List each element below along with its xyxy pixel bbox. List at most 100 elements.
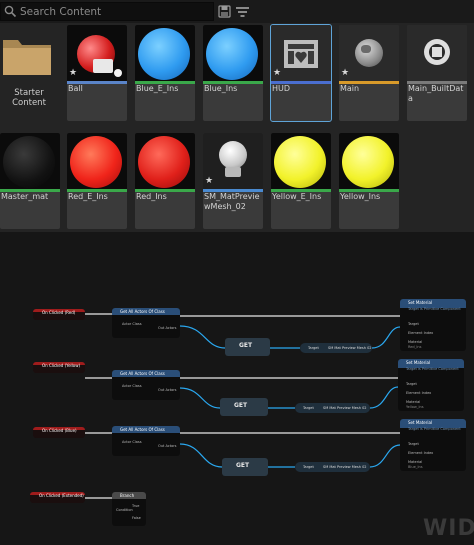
asset-tile-ball[interactable]: ★ Ball bbox=[67, 25, 127, 121]
target-pin: Target bbox=[408, 442, 419, 446]
asset-tile-red-e-ins[interactable]: Red_E_Ins bbox=[67, 133, 127, 229]
save-icon[interactable] bbox=[216, 3, 234, 20]
event-node-on-clicked-blue[interactable]: On Clicked (Blue) bbox=[33, 427, 85, 438]
get-all-actors-node-2[interactable]: Get All Actors Of Class Actor Class Out … bbox=[112, 370, 180, 400]
set-material-node-1[interactable]: Set Material Target is Primitive Compone… bbox=[400, 299, 466, 351]
get-node-3[interactable]: GET bbox=[222, 458, 268, 476]
asset-tile-blue-ins[interactable]: Blue_Ins bbox=[203, 25, 263, 121]
built-data-icon-cube bbox=[432, 47, 442, 57]
material-sphere-preview bbox=[138, 28, 190, 80]
material-sphere-preview bbox=[206, 28, 258, 80]
asset-label: Red_Ins bbox=[136, 192, 167, 201]
element-index-pin: Element Index bbox=[408, 331, 434, 335]
star-icon: ★ bbox=[69, 68, 78, 78]
asset-tile-red-ins[interactable]: Red_Ins bbox=[135, 133, 195, 229]
get-all-actors-node-3[interactable]: Get All Actors Of Class Actor Class Out … bbox=[112, 426, 180, 456]
actor-class-pin: Actor Class bbox=[122, 440, 142, 444]
get-node-1[interactable]: GET bbox=[225, 338, 270, 356]
get-all-actors-node-1[interactable]: Get All Actors Of Class Actor Class Out … bbox=[112, 308, 180, 338]
blueprint-badge-icon bbox=[114, 69, 122, 77]
material-sphere-preview bbox=[274, 136, 326, 188]
filter-icon[interactable] bbox=[234, 3, 252, 20]
asset-label: Master_mat bbox=[1, 192, 49, 201]
material-pin: Material bbox=[408, 340, 423, 344]
event-node-on-clicked-red[interactable]: On Clicked (Red) bbox=[33, 309, 85, 320]
preview-mesh-label: SM Mat Preview Mesh 02 bbox=[323, 406, 367, 410]
asset-label: Blue_E_Ins bbox=[136, 84, 179, 93]
node-subtitle: Target is Primitive Component bbox=[408, 307, 461, 311]
material-pin: Material bbox=[406, 400, 421, 404]
asset-tile-yellow-e-ins[interactable]: Yellow_E_Ins bbox=[271, 133, 331, 229]
asset-thumbnail bbox=[271, 133, 331, 189]
asset-thumbnail: ★ bbox=[271, 25, 331, 81]
get-label: GET bbox=[234, 402, 248, 409]
material-sphere-preview bbox=[138, 136, 190, 188]
star-icon: ★ bbox=[273, 68, 282, 78]
element-index-pin: Element Index bbox=[408, 451, 434, 455]
get-label: GET bbox=[236, 462, 250, 469]
world-continent bbox=[361, 45, 371, 53]
target-pin: Target bbox=[408, 322, 419, 326]
asset-tile-master-mat[interactable]: Master_mat bbox=[0, 133, 60, 229]
false-pin: False bbox=[132, 516, 141, 520]
asset-label: Red_E_Ins bbox=[68, 192, 108, 201]
node-title: Get All Actors Of Class bbox=[120, 371, 165, 376]
get-label: GET bbox=[239, 342, 253, 349]
target-pin: Target bbox=[303, 465, 314, 469]
asset-thumbnail bbox=[407, 25, 467, 81]
out-actors-pin: Out Actors bbox=[158, 326, 177, 330]
event-title: On Clicked (Yellow) bbox=[42, 363, 81, 368]
material-pin: Material bbox=[408, 460, 423, 464]
asset-label: Yellow_Ins bbox=[340, 192, 381, 201]
set-material-node-2[interactable]: Set Material Target is Primitive Compone… bbox=[398, 359, 464, 411]
search-icon bbox=[4, 5, 17, 18]
preview-mesh-base bbox=[225, 167, 241, 177]
preview-mesh-ref-node-2[interactable]: Target SM Mat Preview Mesh 02 bbox=[295, 403, 370, 413]
preview-mesh-ref-node-1[interactable]: Target SM Mat Preview Mesh 02 bbox=[300, 343, 372, 353]
asset-tile-sm-matpreviewmesh[interactable]: ★ SM_MatPreviewMesh_02 bbox=[203, 133, 263, 229]
actor-class-pin: Actor Class bbox=[122, 384, 142, 388]
asset-tile-yellow-ins[interactable]: Yellow_Ins bbox=[339, 133, 399, 229]
asset-label: Yellow_E_Ins bbox=[272, 192, 322, 201]
graph-watermark: WIDG bbox=[423, 516, 474, 541]
starter-content-folder[interactable]: Starter Content bbox=[0, 24, 60, 120]
get-node-2[interactable]: GET bbox=[220, 398, 268, 416]
star-icon: ★ bbox=[341, 68, 350, 78]
target-pin: Target bbox=[303, 406, 314, 410]
material-value[interactable]: Blue_Ins bbox=[408, 465, 423, 469]
preview-mesh-label: SM Mat Preview Mesh 02 bbox=[323, 465, 367, 469]
true-pin: True bbox=[132, 504, 140, 508]
preview-mesh-ref-node-3[interactable]: Target SM Mat Preview Mesh 02 bbox=[295, 462, 370, 472]
material-sphere-preview bbox=[3, 136, 55, 188]
content-toolbar bbox=[0, 0, 474, 23]
out-actors-pin: Out Actors bbox=[158, 388, 177, 392]
asset-label: Ball bbox=[68, 84, 83, 93]
event-title: On Clicked (Extended) bbox=[39, 493, 84, 498]
asset-tile-blue-e-ins[interactable]: Blue_E_Ins bbox=[135, 25, 195, 121]
asset-thumbnail bbox=[135, 133, 195, 189]
node-title: Set Material bbox=[406, 360, 431, 365]
search-input[interactable] bbox=[20, 4, 210, 19]
set-material-node-3[interactable]: Set Material Target is Primitive Compone… bbox=[400, 419, 466, 471]
node-title: Get All Actors Of Class bbox=[120, 427, 165, 432]
asset-tile-main[interactable]: ★ Main bbox=[339, 25, 399, 121]
node-title: Set Material bbox=[408, 300, 433, 305]
search-box[interactable] bbox=[0, 2, 214, 21]
node-title: Branch bbox=[120, 493, 135, 498]
branch-node[interactable]: Branch Condition True False bbox=[112, 492, 146, 526]
asset-label: Main bbox=[340, 84, 360, 93]
material-value[interactable]: Yellow_Ins bbox=[406, 405, 424, 409]
target-pin: Target bbox=[308, 346, 319, 350]
widget-blueprint-icon bbox=[284, 40, 318, 68]
blueprint-graph[interactable]: On Clicked (Red) On Clicked (Yellow) On … bbox=[0, 232, 474, 545]
preview-mesh-sphere bbox=[219, 141, 247, 169]
content-browser: Starter Content ★ Ball Blue_E_Ins Blue_I… bbox=[0, 0, 474, 232]
event-title: On Clicked (Red) bbox=[42, 310, 76, 315]
material-value[interactable]: Red_Ins bbox=[408, 345, 421, 349]
folder-label: Starter Content bbox=[12, 88, 46, 108]
event-node-on-clicked-extended[interactable]: On Clicked (Extended) bbox=[30, 492, 85, 503]
event-title: On Clicked (Blue) bbox=[42, 428, 77, 433]
event-node-on-clicked-yellow[interactable]: On Clicked (Yellow) bbox=[33, 362, 85, 373]
asset-tile-main-builtdata[interactable]: Main_BuiltData bbox=[407, 25, 467, 121]
asset-tile-hud[interactable]: ★ HUD bbox=[270, 24, 332, 122]
